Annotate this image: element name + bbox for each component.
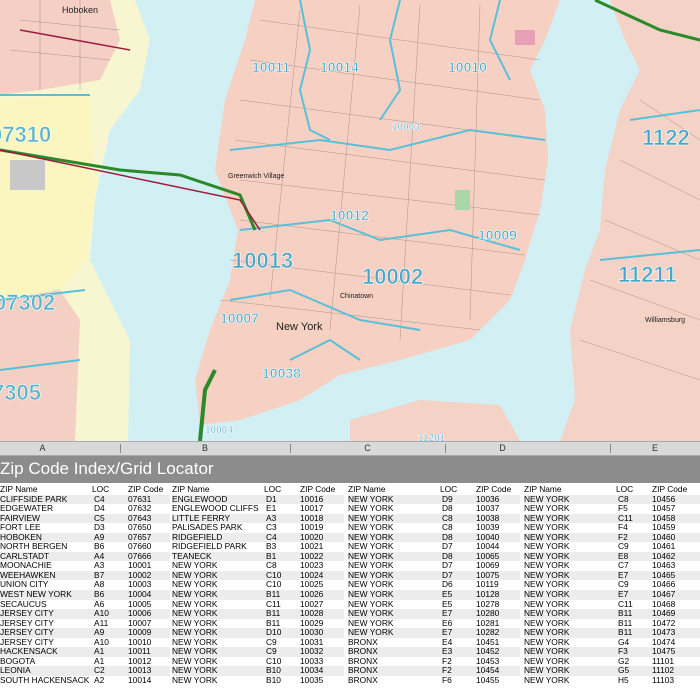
place-label: Williamsburg <box>645 317 685 324</box>
index-cell: 10035 <box>300 674 324 685</box>
index-column-4: ZIP Name LOC ZIP Code NEW YORK C8 10456 NEW YO… <box>524 485 700 685</box>
zip-label: 10002 <box>362 264 423 289</box>
zip-label: 10009 <box>478 227 517 243</box>
grid-col-e: E <box>651 443 658 453</box>
zip-label: 10012 <box>330 207 369 223</box>
index-row: SOUTH HACKENSACK A2 10014 <box>0 674 170 686</box>
index-cell: BRONX <box>348 674 378 685</box>
zip-label: 1122 <box>642 125 690 150</box>
zip-label: 10014 <box>320 59 359 75</box>
index-cell: H5 <box>618 674 629 685</box>
place-label: New York <box>276 321 323 333</box>
grid-col-c: C <box>364 443 371 453</box>
index-title: Zip Code Index/Grid Locator <box>0 459 214 478</box>
index-cell: NEW YORK <box>524 674 570 685</box>
zip-label: 7305 <box>0 380 41 405</box>
index-row: NEW YORK H5 11103 <box>524 674 700 686</box>
index-cell: 10455 <box>476 674 500 685</box>
index-column-2: ZIP Name LOC ZIP Code ENGLEWOOD D1 10016 ENGLE… <box>172 485 344 685</box>
zip-label: 11201 <box>418 433 446 441</box>
index-column-3: ZIP Name LOC ZIP Code NEW YORK D9 10036 NEW YO… <box>348 485 520 685</box>
grid-col-d: D <box>499 443 506 453</box>
park <box>10 160 45 190</box>
street-map[interactable]: 07310 07302 7305 10011 10014 10010 10012 10009 1… <box>0 0 700 441</box>
grid-col-b: B <box>201 443 208 453</box>
index-row: BRONX F6 10455 <box>348 674 520 686</box>
place-label: Hoboken <box>62 5 98 15</box>
zip-label: 10038 <box>262 365 301 381</box>
park <box>455 190 470 210</box>
index-cell: F6 <box>442 674 452 685</box>
park <box>515 30 535 45</box>
index-row: NEW YORK B10 10035 <box>172 674 344 686</box>
zip-label: 07310 <box>0 122 51 147</box>
zip-label: 07302 <box>0 290 55 315</box>
index-cell: NEW YORK <box>172 674 218 685</box>
zip-label: 10003 <box>392 122 420 133</box>
index-header-bar: Zip Code Index/Grid Locator <box>0 456 700 483</box>
zip-label: 10010 <box>448 59 487 75</box>
place-label: Greenwich Village <box>228 173 284 180</box>
zip-label: 10013 <box>232 248 293 273</box>
zip-label: 10007 <box>220 310 259 326</box>
index-cell: B10 <box>266 674 281 685</box>
zip-label: 10004 <box>205 425 233 436</box>
zip-index-table: ZIP Name LOC ZIP Code CLIFFSIDE PARK C4 07631… <box>0 485 700 700</box>
index-cell: 10014 <box>128 674 152 685</box>
index-cell: SOUTH HACKENSACK <box>0 674 90 685</box>
place-label: Chinatown <box>340 293 373 300</box>
index-column-1: ZIP Name LOC ZIP Code CLIFFSIDE PARK C4 07631… <box>0 485 170 685</box>
grid-locator-bar: A B C D E <box>0 441 700 456</box>
index-cell: A2 <box>94 674 105 685</box>
grid-col-a: A <box>39 443 46 453</box>
zip-label: 10011 <box>252 59 290 75</box>
index-cell: 11103 <box>652 674 675 685</box>
zip-label: 11211 <box>618 262 677 287</box>
